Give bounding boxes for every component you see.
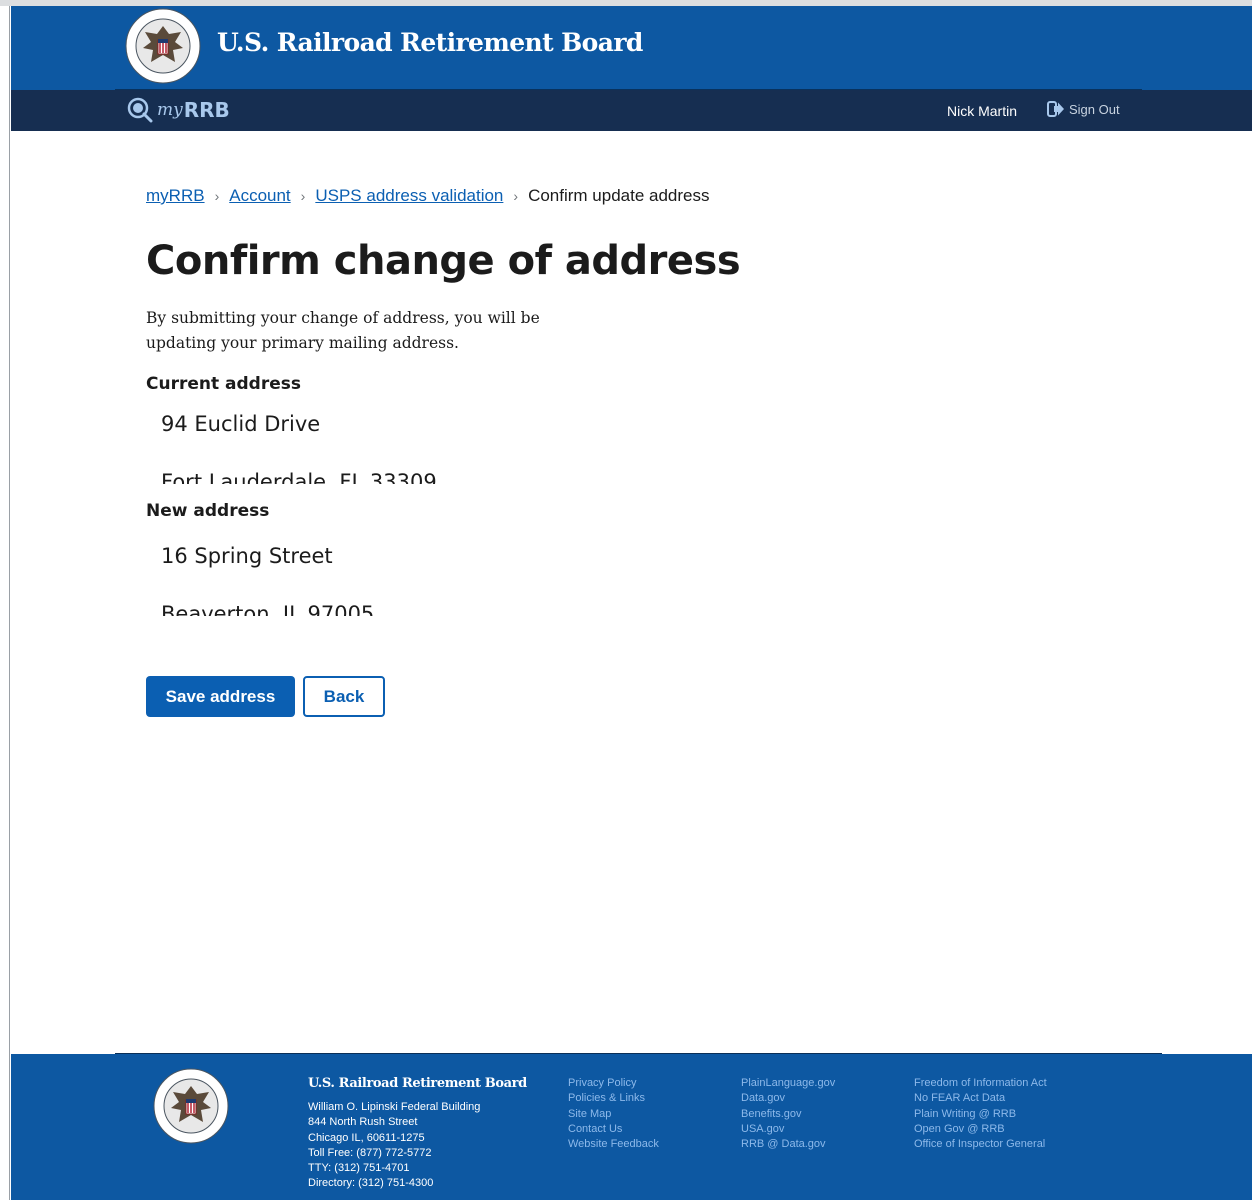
- site-title[interactable]: U.S. Railroad Retirement Board: [217, 28, 643, 57]
- window-left-edge: [0, 6, 10, 1200]
- footer-links-col1: Privacy Policy Policies & Links Site Map…: [568, 1076, 659, 1152]
- footer-link-usa-gov[interactable]: USA.gov: [741, 1122, 835, 1137]
- footer-link-site-map[interactable]: Site Map: [568, 1107, 659, 1122]
- footer-link-plainlanguage[interactable]: PlainLanguage.gov: [741, 1076, 835, 1091]
- magnifier-logo-icon: [127, 97, 153, 123]
- logo-prefix: my: [157, 100, 183, 120]
- sign-out-label: Sign Out: [1069, 101, 1120, 117]
- rrb-seal-icon[interactable]: [125, 8, 201, 84]
- breadcrumb-separator: ›: [300, 188, 306, 204]
- current-address-label: Current address: [146, 374, 301, 394]
- page-title: Confirm change of address: [146, 238, 741, 284]
- footer-link-oig[interactable]: Office of Inspector General: [914, 1137, 1047, 1152]
- intro-text: By submitting your change of address, yo…: [146, 309, 540, 352]
- breadcrumb-separator: ›: [513, 188, 519, 204]
- breadcrumb-myrrb[interactable]: myRRB: [146, 186, 205, 206]
- footer-link-data-gov[interactable]: Data.gov: [741, 1091, 835, 1106]
- footer-address-line: Toll Free: (877) 772-5772: [308, 1146, 432, 1159]
- current-address-line2: Fort Lauderdale, FL 33309: [161, 470, 437, 484]
- footer-link-benefits-gov[interactable]: Benefits.gov: [741, 1107, 835, 1122]
- save-address-button[interactable]: Save address: [146, 676, 295, 717]
- sign-out-icon: [1047, 101, 1064, 117]
- new-address-line2: Beaverton, IL 97005: [161, 602, 375, 616]
- footer-links-col3: Freedom of Information Act No FEAR Act D…: [914, 1076, 1047, 1152]
- footer-link-foia[interactable]: Freedom of Information Act: [914, 1076, 1047, 1091]
- site-footer: U.S. Railroad Retirement Board William O…: [11, 1054, 1252, 1200]
- footer-link-privacy-policy[interactable]: Privacy Policy: [568, 1076, 659, 1091]
- myrrb-logo[interactable]: my RRB: [127, 97, 230, 123]
- breadcrumb-current: Confirm update address: [528, 186, 710, 205]
- footer-link-website-feedback[interactable]: Website Feedback: [568, 1137, 659, 1152]
- footer-link-open-gov[interactable]: Open Gov @ RRB: [914, 1122, 1047, 1137]
- footer-address-line: 844 North Rush Street: [308, 1116, 418, 1129]
- breadcrumb: myRRB › Account › USPS address validatio…: [146, 186, 710, 206]
- new-address-label: New address: [146, 501, 270, 521]
- back-button[interactable]: Back: [303, 676, 385, 717]
- footer-address: William O. Lipinski Federal Building 844…: [308, 1100, 480, 1192]
- rrb-seal-icon[interactable]: [153, 1068, 229, 1144]
- new-address-line1: 16 Spring Street: [161, 544, 333, 568]
- breadcrumb-account[interactable]: Account: [229, 186, 290, 206]
- logo-suffix: RRB: [183, 98, 230, 122]
- footer-address-line: Chicago IL, 60611-1275: [308, 1131, 425, 1144]
- site-header: U.S. Railroad Retirement Board: [11, 6, 1252, 91]
- footer-link-no-fear[interactable]: No FEAR Act Data: [914, 1091, 1047, 1106]
- breadcrumb-usps-validation[interactable]: USPS address validation: [315, 186, 503, 206]
- footer-link-contact-us[interactable]: Contact Us: [568, 1122, 659, 1137]
- footer-link-plain-writing[interactable]: Plain Writing @ RRB: [914, 1107, 1047, 1122]
- sign-out-button[interactable]: Sign Out: [1047, 101, 1120, 117]
- user-name: Nick Martin: [947, 103, 1018, 119]
- footer-title: U.S. Railroad Retirement Board: [308, 1076, 527, 1091]
- current-address-box: 94 Euclid Drive Fort Lauderdale, FL 3330…: [161, 412, 561, 484]
- app-nav-bar: my RRB Nick Martin Sign Out: [11, 90, 1252, 131]
- footer-links-col2: PlainLanguage.gov Data.gov Benefits.gov …: [741, 1076, 835, 1152]
- breadcrumb-separator: ›: [214, 188, 220, 204]
- page: U.S. Railroad Retirement Board my RRB Ni…: [11, 6, 1252, 1200]
- footer-link-policies-links[interactable]: Policies & Links: [568, 1091, 659, 1106]
- footer-address-line: Directory: (312) 751-4300: [308, 1177, 434, 1190]
- current-address-line1: 94 Euclid Drive: [161, 412, 321, 436]
- footer-address-line: TTY: (312) 751-4701: [308, 1162, 410, 1175]
- footer-link-rrb-data-gov[interactable]: RRB @ Data.gov: [741, 1137, 835, 1152]
- new-address-box: 16 Spring Street Beaverton, IL 97005: [161, 544, 561, 616]
- footer-address-line: William O. Lipinski Federal Building: [308, 1101, 481, 1113]
